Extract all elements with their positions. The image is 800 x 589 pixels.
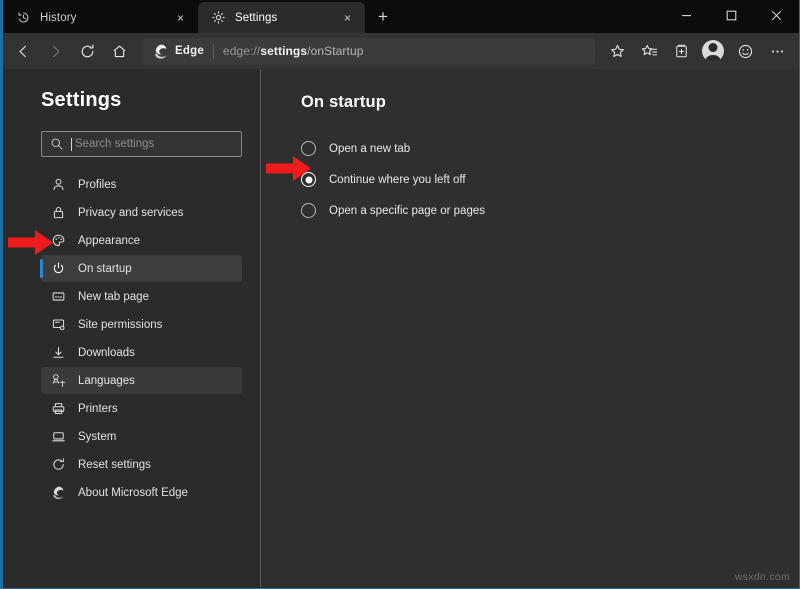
sidebar-item-site-permissions[interactable]: Site permissions	[41, 311, 242, 338]
star-icon[interactable]	[601, 36, 633, 66]
watermark: wsxdn.com	[735, 571, 790, 583]
new-tab-button[interactable]: +	[368, 3, 398, 31]
lock-icon	[50, 205, 66, 221]
power-icon	[50, 261, 66, 277]
settings-sidebar: Settings Search settings Profil	[3, 69, 261, 587]
sidebar-item-label: New tab page	[78, 291, 149, 303]
sidebar-item-downloads[interactable]: Downloads	[41, 339, 242, 366]
minimize-button[interactable]	[664, 0, 709, 31]
gear-icon	[211, 10, 226, 25]
sidebar-item-label: Downloads	[78, 347, 135, 359]
settings-nav-list: Profiles Privacy and services	[3, 171, 260, 506]
reset-icon	[50, 457, 66, 473]
radio-button-selected[interactable]	[301, 172, 316, 187]
sidebar-item-label: Appearance	[78, 235, 140, 247]
site-permissions-icon	[50, 317, 66, 333]
sidebar-item-label: Reset settings	[78, 459, 151, 471]
edge-logo-icon	[50, 485, 66, 501]
text-caret	[71, 138, 72, 151]
collections-icon[interactable]	[665, 36, 697, 66]
sidebar-item-reset-settings[interactable]: Reset settings	[41, 451, 242, 478]
ellipsis-icon[interactable]	[761, 36, 793, 66]
address-bar[interactable]: Edge edge://settings/onStartup	[143, 38, 595, 65]
maximize-button[interactable]	[709, 0, 754, 31]
close-button[interactable]	[754, 0, 799, 31]
settings-main-panel: On startup Open a new tab Continue where…	[261, 69, 799, 587]
sidebar-item-privacy-and-services[interactable]: Privacy and services	[41, 199, 242, 226]
profile-avatar[interactable]	[697, 36, 729, 66]
sidebar-item-printers[interactable]: Printers	[41, 395, 242, 422]
page-content: Settings Search settings Profil	[3, 69, 799, 587]
radio-option-open-a-specific-page-or-pages[interactable]: Open a specific page or pages	[301, 195, 799, 226]
page-title: Settings	[3, 89, 260, 112]
sidebar-item-languages[interactable]: Languages	[41, 367, 242, 394]
tab-settings[interactable]: Settings ×	[198, 2, 365, 33]
search-placeholder-text: Search settings	[75, 138, 154, 150]
new-tab-page-icon	[50, 289, 66, 305]
browser-window: History × Settings × +	[0, 0, 800, 589]
history-clock-icon	[16, 10, 31, 25]
forward-arrow-icon[interactable]	[39, 36, 71, 66]
close-icon[interactable]: ×	[339, 9, 356, 26]
refresh-icon[interactable]	[71, 36, 103, 66]
window-controls	[664, 0, 799, 31]
radio-label: Open a specific page or pages	[329, 205, 485, 217]
url-path: /onStartup	[307, 44, 363, 58]
person-icon	[50, 177, 66, 193]
section-title: On startup	[301, 93, 799, 112]
tab-history[interactable]: History ×	[3, 2, 198, 33]
system-monitor-icon	[50, 429, 66, 445]
sidebar-item-on-startup[interactable]: On startup	[41, 255, 242, 282]
omnibox-separator	[213, 44, 214, 59]
edge-label: Edge	[175, 45, 204, 57]
palette-icon	[50, 233, 66, 249]
url-text: edge://settings/onStartup	[223, 44, 364, 58]
radio-button[interactable]	[301, 141, 316, 156]
radio-option-continue-where-you-left-off[interactable]: Continue where you left off	[301, 164, 799, 195]
sidebar-item-label: On startup	[78, 263, 132, 275]
sidebar-item-label: Site permissions	[78, 319, 162, 331]
sidebar-item-label: Privacy and services	[78, 207, 183, 219]
radio-label: Open a new tab	[329, 143, 410, 155]
radio-label: Continue where you left off	[329, 174, 466, 186]
home-icon[interactable]	[103, 36, 135, 66]
sidebar-item-appearance[interactable]: Appearance	[41, 227, 242, 254]
sidebar-item-label: About Microsoft Edge	[78, 487, 188, 499]
languages-icon	[50, 373, 66, 389]
tab-strip: History × Settings × +	[3, 0, 799, 33]
printer-icon	[50, 401, 66, 417]
sidebar-item-system[interactable]: System	[41, 423, 242, 450]
sidebar-item-profiles[interactable]: Profiles	[41, 171, 242, 198]
on-startup-radio-group: Open a new tab Continue where you left o…	[301, 133, 799, 226]
smiley-icon[interactable]	[729, 36, 761, 66]
download-icon	[50, 345, 66, 361]
url-host: settings	[260, 44, 307, 58]
search-icon	[50, 137, 64, 151]
edge-logo-icon	[153, 43, 169, 59]
tab-title: Settings	[235, 12, 330, 24]
search-settings-container: Search settings	[3, 112, 260, 157]
browser-toolbar: Edge edge://settings/onStartup	[3, 33, 799, 69]
sidebar-item-new-tab-page[interactable]: New tab page	[41, 283, 242, 310]
edge-site-badge: Edge	[153, 43, 204, 59]
star-list-icon[interactable]	[633, 36, 665, 66]
radio-button[interactable]	[301, 203, 316, 218]
tab-title: History	[40, 12, 163, 24]
sidebar-item-label: Languages	[78, 375, 135, 387]
sidebar-item-about-microsoft-edge[interactable]: About Microsoft Edge	[41, 479, 242, 506]
close-icon[interactable]: ×	[172, 9, 189, 26]
url-scheme: edge://	[223, 44, 260, 58]
back-arrow-icon[interactable]	[7, 36, 39, 66]
avatar	[702, 40, 724, 62]
sidebar-item-label: Printers	[78, 403, 118, 415]
sidebar-item-label: Profiles	[78, 179, 116, 191]
search-placeholder: Search settings	[71, 138, 233, 151]
sidebar-item-label: System	[78, 431, 116, 443]
search-input[interactable]: Search settings	[41, 131, 242, 157]
radio-option-open-a-new-tab[interactable]: Open a new tab	[301, 133, 799, 164]
